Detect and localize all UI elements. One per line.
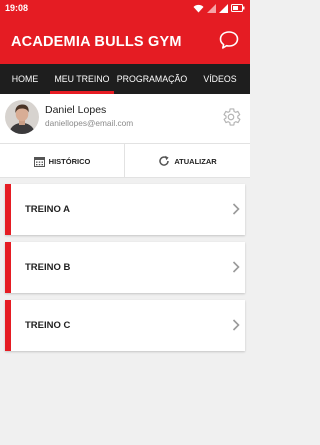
chevron-right-icon	[232, 203, 240, 215]
workout-card-b[interactable]: TREINO B	[5, 242, 245, 293]
chat-button[interactable]	[218, 29, 240, 51]
profile-header: Daniel Lopes daniellopes@email.com	[0, 94, 250, 144]
chat-bubble-icon	[219, 31, 239, 49]
signal-icon	[219, 3, 228, 13]
battery-icon	[231, 4, 245, 12]
workout-card-a[interactable]: TREINO A	[5, 184, 245, 235]
settings-button[interactable]	[220, 106, 242, 128]
status-time: 19:08	[5, 3, 29, 13]
app-title: ACADEMIA BULLS GYM	[11, 34, 182, 50]
wifi-icon	[193, 4, 204, 12]
chevron-right-icon	[232, 261, 240, 273]
action-bar: HISTÓRICO ATUALIZAR	[0, 144, 250, 178]
workout-label: TREINO C	[25, 320, 71, 331]
workout-label: TREINO B	[25, 262, 71, 273]
gear-icon	[223, 108, 241, 126]
status-bar: 19:08	[0, 0, 250, 16]
chevron-right-icon	[232, 319, 240, 331]
tab-videos[interactable]: VÍDEOS	[190, 64, 250, 94]
history-button[interactable]: HISTÓRICO	[0, 144, 125, 178]
workout-card-c[interactable]: TREINO C	[5, 300, 245, 351]
tab-home[interactable]: HOME	[0, 64, 50, 94]
signal-icon	[207, 3, 216, 13]
refresh-label: ATUALIZAR	[174, 156, 217, 166]
user-email: daniellopes@email.com	[45, 118, 134, 128]
workout-label: TREINO A	[25, 204, 71, 215]
refresh-button[interactable]: ATUALIZAR	[125, 144, 250, 178]
tab-programacao[interactable]: PROGRAMAÇÃO	[114, 64, 190, 94]
refresh-icon	[159, 155, 170, 166]
history-label: HISTÓRICO	[48, 156, 91, 166]
avatar	[5, 100, 39, 134]
status-icons	[193, 3, 245, 13]
tab-meu-treino[interactable]: MEU TREINO	[50, 64, 114, 94]
tab-bar: HOME MEU TREINO PROGRAMAÇÃO VÍDEOS	[0, 64, 250, 94]
calendar-icon	[33, 156, 45, 167]
user-name: Daniel Lopes	[45, 104, 107, 116]
app-bar: ACADEMIA BULLS GYM	[0, 16, 250, 64]
